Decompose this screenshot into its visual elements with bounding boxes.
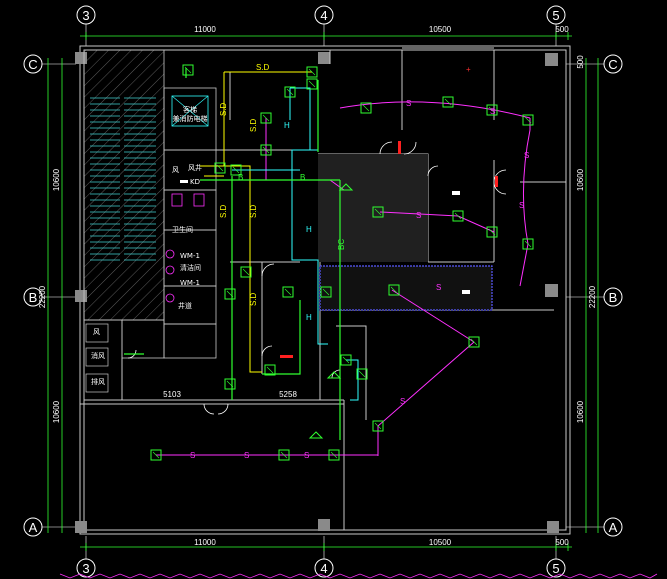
stair-core-hatch <box>84 50 164 320</box>
valve-node-mark <box>362 104 370 112</box>
label-s-9: S <box>244 451 249 460</box>
valve-node-mark <box>242 268 250 276</box>
room-fan: 风 <box>172 166 179 174</box>
elevator-label-2: 兼消防电梯 <box>173 114 208 123</box>
room-fire3: 排风 <box>91 377 105 386</box>
room-kd: KD <box>190 178 200 186</box>
label-bc-v1: BC <box>337 239 346 250</box>
room-fire1: 风 <box>93 328 100 336</box>
label-h-1: H <box>284 121 290 130</box>
valve-node-mark <box>266 366 274 374</box>
axis-label-right-b: B <box>609 290 618 305</box>
red-mark: + <box>466 65 471 74</box>
label-gas-v1: S.D <box>219 102 228 116</box>
label-s-4: S <box>519 201 524 210</box>
axis-label-right-a: A <box>609 520 618 535</box>
room-fire2: 消风 <box>91 351 105 360</box>
label-s-6: S <box>436 283 441 292</box>
axis-label-bottom-3: 3 <box>82 561 89 576</box>
label-s-2: S <box>490 107 495 116</box>
room-shaft: 井道 <box>178 301 192 310</box>
cad-drawing: 3 4 5 3 4 5 C B A C B A 11000 10500 500 … <box>23 5 658 579</box>
dim-right-1: 500 <box>576 55 585 69</box>
label-s-10: S <box>304 451 309 460</box>
dim-inner-1: 5103 <box>163 390 181 399</box>
dim-right-3: 22200 <box>588 285 597 308</box>
label-s-1: S <box>406 99 411 108</box>
label-gas-v4: S.D <box>249 292 258 306</box>
bottom-wave-line <box>59 573 658 579</box>
axis-label-bottom-5: 5 <box>552 561 559 576</box>
valve-node-mark <box>444 98 452 106</box>
label-s-5: S <box>416 211 421 220</box>
dim-right-2: 10600 <box>576 168 585 191</box>
axis-label-bottom-4: 4 <box>320 561 327 576</box>
label-gas-1: S.D <box>256 63 270 72</box>
axis-label-top-3: 3 <box>82 8 89 23</box>
dim-top-3: 500 <box>555 25 569 34</box>
axis-label-top-4: 4 <box>320 8 327 23</box>
dim-inner-2: 5258 <box>279 390 297 399</box>
gas-pipes <box>200 71 312 373</box>
dim-top-2: 10500 <box>429 25 452 34</box>
room-fan-well: 风井 <box>188 163 202 172</box>
room-wm1-a: WM-1 <box>180 252 200 260</box>
label-s-7: S <box>400 397 405 406</box>
elevator: 客梯 兼消防电梯 <box>171 95 209 127</box>
label-b-1: B <box>238 173 243 182</box>
room-toilet: 卫生间 <box>172 225 193 234</box>
dim-right-4: 10600 <box>576 400 585 423</box>
room-cleaning: 清洁间 <box>180 263 201 272</box>
dim-left-3: 10600 <box>52 400 61 423</box>
dim-left-2: 22200 <box>38 285 47 308</box>
dim-bottom-3: 500 <box>555 538 569 547</box>
dim-bottom-1: 11000 <box>194 538 216 547</box>
valve-node-mark <box>358 370 366 378</box>
dim-left-1: 10600 <box>52 168 61 191</box>
label-h-2: H <box>306 225 312 234</box>
label-gas-v3: S.D <box>249 204 258 218</box>
elevator-label: 客梯 <box>183 105 197 114</box>
label-gas-v2: S.D <box>249 118 258 132</box>
shaft-zone <box>319 265 493 311</box>
valve-node-mark <box>308 80 316 88</box>
label-b-2: B <box>300 173 305 182</box>
valve-node-mark <box>284 288 292 296</box>
label-gas-v5: S.D <box>219 204 228 218</box>
axis-label-left-c: C <box>28 57 37 72</box>
axis-label-left-b: B <box>29 290 38 305</box>
axis-label-top-5: 5 <box>552 8 559 23</box>
label-s-8: S <box>190 451 195 460</box>
label-h-3: H <box>306 313 312 322</box>
axis-label-left-a: A <box>29 520 38 535</box>
dim-top-1: 11000 <box>194 25 216 34</box>
axis-label-right-c: C <box>608 57 617 72</box>
label-s-3: S <box>524 151 529 160</box>
dim-bottom-2: 10500 <box>429 538 452 547</box>
room-wm1-b: WM-1 <box>180 279 200 287</box>
